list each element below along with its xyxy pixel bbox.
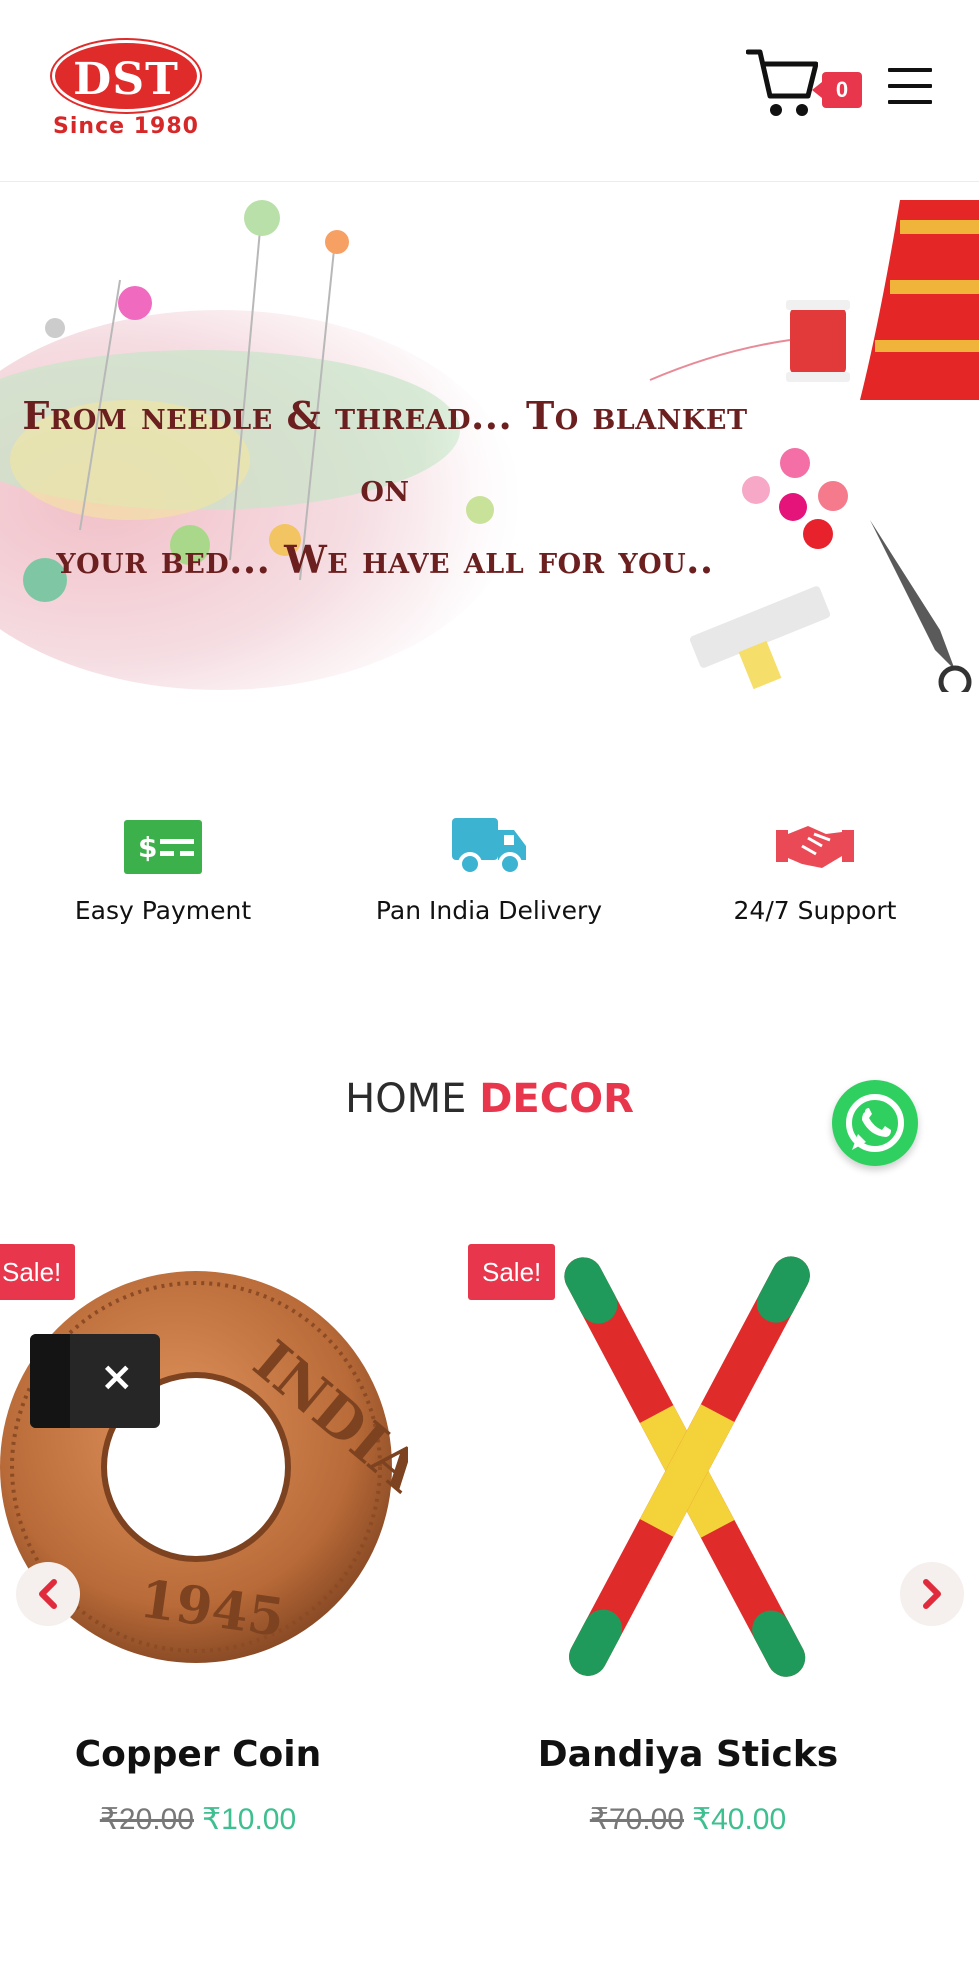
logo-text: DST: [73, 54, 179, 105]
feature-label: Pan India Delivery: [375, 896, 603, 925]
product-card[interactable]: INDIA 1945 Sale! Copper Coin ₹20.00 ₹10.0…: [0, 1236, 408, 1836]
section-title-accent: DECOR: [479, 1076, 634, 1122]
feature-easy-payment: $ Easy Payment: [0, 800, 326, 925]
sale-price: ₹10.00: [202, 1803, 297, 1836]
feature-label: 24/7 Support: [733, 896, 897, 925]
cart-icon[interactable]: [745, 48, 819, 118]
chevron-left-icon: [39, 1579, 57, 1609]
product-name[interactable]: Copper Coin: [0, 1734, 408, 1775]
sale-badge: Sale!: [0, 1244, 76, 1300]
product-image-copper-coin[interactable]: INDIA 1945: [0, 1236, 408, 1706]
brand-logo[interactable]: DST Since 1980: [50, 40, 202, 140]
sale-price: ₹40.00: [692, 1803, 787, 1836]
feature-strip: $ Easy Payment Pan India Delivery 24/7 S…: [0, 800, 979, 960]
sale-badge: Sale!: [468, 1244, 556, 1300]
banner-line-1: From needle & thread... To blanket on: [22, 393, 748, 510]
carousel-prev-button[interactable]: [16, 1562, 80, 1626]
cart-count-badge[interactable]: 0: [812, 72, 862, 108]
product-price: ₹20.00 ₹10.00: [0, 1802, 408, 1837]
hamburger-menu-icon[interactable]: [888, 68, 932, 108]
logo-since: Since 1980: [53, 114, 199, 139]
feature-label: Easy Payment: [74, 896, 252, 925]
product-card[interactable]: Sale! Dandiya Sticks ₹70.00 ₹40.00: [468, 1236, 898, 1837]
handshake-icon: [772, 816, 858, 878]
product-price: ₹70.00 ₹40.00: [478, 1802, 898, 1837]
close-icon: ×: [100, 1354, 134, 1400]
banner-tagline: From needle & thread... To blanket on yo…: [0, 380, 770, 596]
delivery-truck-icon: [446, 816, 532, 878]
svg-text:$: $: [138, 831, 157, 864]
whatsapp-icon[interactable]: [832, 1080, 918, 1166]
feature-support: 24/7 Support: [652, 800, 978, 925]
hero-banner[interactable]: From needle & thread... To blanket on yo…: [0, 200, 979, 692]
original-price: ₹70.00: [589, 1803, 684, 1836]
banner-line-2: your bed... We have all for you..: [56, 537, 714, 582]
product-name[interactable]: Dandiya Sticks: [478, 1734, 898, 1775]
carousel-next-button[interactable]: [900, 1562, 964, 1626]
section-title-plain: HOME: [345, 1076, 467, 1122]
feature-delivery: Pan India Delivery: [326, 800, 652, 925]
popup-handle: [30, 1334, 70, 1428]
payment-card-icon: $: [120, 816, 206, 878]
chevron-right-icon: [923, 1579, 941, 1609]
site-header: DST Since 1980 0: [0, 0, 979, 182]
product-image-dandiya-sticks[interactable]: [478, 1236, 898, 1706]
popup-close-button[interactable]: ×: [30, 1334, 160, 1428]
original-price: ₹20.00: [99, 1803, 194, 1836]
